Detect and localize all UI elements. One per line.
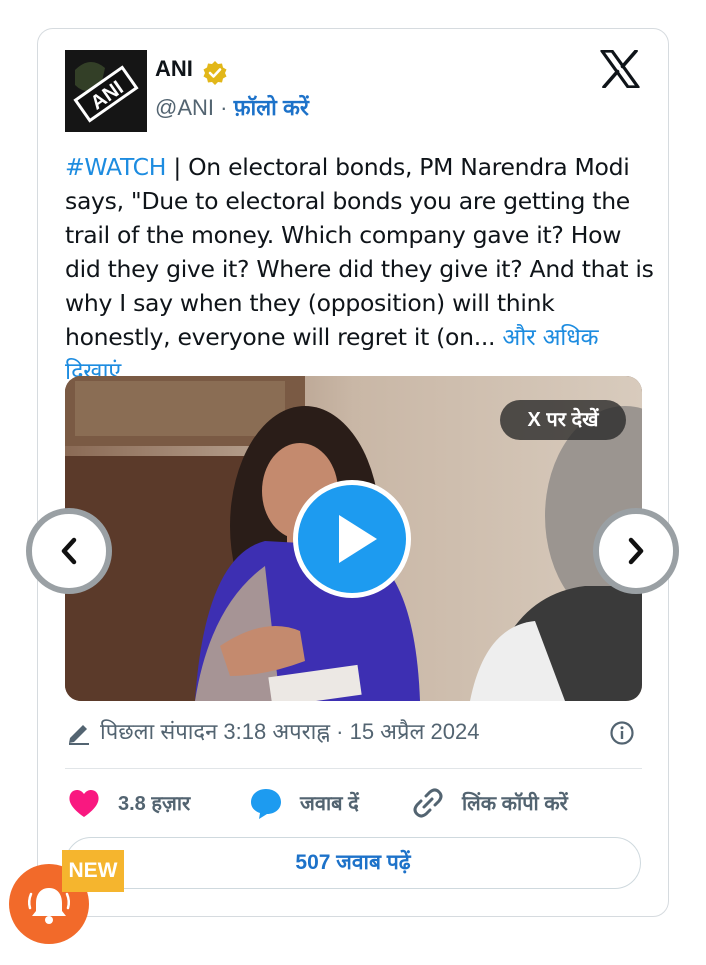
tweet-text: #WATCH | On electoral bonds, PM Narendra… xyxy=(65,150,655,388)
reply-bubble-icon[interactable] xyxy=(249,786,283,820)
divider xyxy=(65,768,642,769)
info-icon[interactable] xyxy=(609,720,635,746)
reply-button[interactable]: जवाब दें xyxy=(300,789,359,816)
read-replies-button[interactable]: 507 जवाब पढ़ें xyxy=(65,837,641,889)
chevron-left-icon xyxy=(61,537,77,565)
verified-badge-icon xyxy=(203,61,227,85)
play-icon xyxy=(339,515,377,563)
heart-icon[interactable] xyxy=(67,786,101,820)
copy-link-button[interactable]: लिंक कॉपी करें xyxy=(462,789,568,816)
handle-separator: · xyxy=(220,95,228,120)
link-icon[interactable] xyxy=(411,786,445,820)
handle-line: @ANI · फ़ॉलो करें xyxy=(155,92,309,122)
play-button[interactable] xyxy=(293,480,411,598)
tweet-body: | On electoral bonds, PM Narendra Modi s… xyxy=(65,153,654,351)
author-avatar[interactable]: ANI xyxy=(65,50,147,132)
new-badge: NEW xyxy=(62,850,124,892)
x-logo-icon[interactable] xyxy=(600,50,640,88)
author-handle[interactable]: @ANI xyxy=(155,95,214,120)
carousel-next-button[interactable] xyxy=(593,508,679,594)
edit-pencil-icon xyxy=(69,725,89,745)
watch-on-x-button[interactable]: X पर देखें xyxy=(500,400,626,440)
author-name[interactable]: ANI xyxy=(155,56,193,82)
carousel-previous-button[interactable] xyxy=(26,508,112,594)
chevron-right-icon xyxy=(628,537,644,565)
last-edited-info[interactable]: पिछला संपादन 3:18 अपराह्न · 15 अप्रैल 20… xyxy=(100,716,479,746)
follow-link[interactable]: फ़ॉलो करें xyxy=(234,95,309,120)
hashtag-link[interactable]: #WATCH xyxy=(65,153,166,181)
like-count[interactable]: 3.8 हज़ार xyxy=(118,789,190,816)
ani-logo-icon: ANI xyxy=(65,50,147,132)
